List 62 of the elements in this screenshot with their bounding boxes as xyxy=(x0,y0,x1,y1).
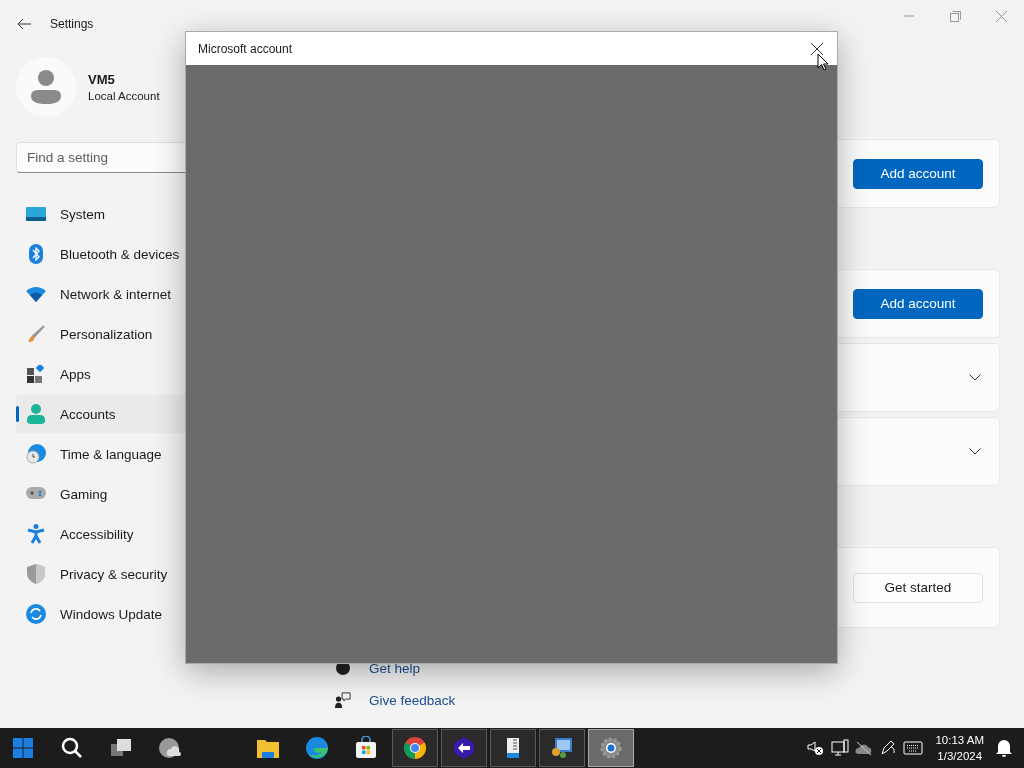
help-link[interactable]: Give feedback xyxy=(369,692,456,708)
person-icon xyxy=(26,404,46,424)
edge-icon xyxy=(306,737,328,759)
nav-item[interactable]: Network & internet xyxy=(16,275,306,313)
user-name: VM5 xyxy=(88,72,116,87)
action-button[interactable]: Add account xyxy=(853,288,983,319)
action-button[interactable]: Get started xyxy=(853,572,983,603)
arrow-app-icon xyxy=(454,737,474,759)
brush-icon xyxy=(26,325,46,343)
chevron-down-icon xyxy=(969,448,981,455)
cloud-icon[interactable] xyxy=(855,740,874,756)
pen-icon[interactable] xyxy=(879,739,898,757)
clock-date[interactable]: 1/3/2024 xyxy=(937,748,983,764)
minimize-icon xyxy=(904,15,914,17)
action-button[interactable]: Add account xyxy=(853,158,983,189)
wired-network-icon[interactable] xyxy=(831,739,850,757)
apps-icon xyxy=(26,365,46,383)
nav-item[interactable]: Bluetooth & devices xyxy=(16,235,306,273)
update-icon xyxy=(26,604,46,624)
search-icon xyxy=(61,737,82,758)
gamepad-icon xyxy=(26,487,46,501)
feedback-icon xyxy=(335,691,351,709)
nav-item[interactable]: System xyxy=(16,195,306,233)
weather-icon xyxy=(159,738,181,758)
close-icon xyxy=(995,10,1007,22)
keyboard-icon[interactable] xyxy=(903,741,924,755)
help-link[interactable]: Get help xyxy=(369,660,421,676)
globe-clock-icon xyxy=(26,444,46,464)
accessibility-icon xyxy=(26,524,46,544)
chrome-icon xyxy=(404,737,426,759)
task-view-icon xyxy=(111,739,131,756)
taskbar-button[interactable] xyxy=(392,729,438,767)
window-title: Settings xyxy=(50,17,94,31)
nav-item[interactable]: Personalization xyxy=(16,315,306,353)
nav-item[interactable]: Windows Update xyxy=(16,595,306,633)
monitor-icon xyxy=(26,206,46,222)
store-icon xyxy=(356,736,376,758)
taskbar-button[interactable] xyxy=(490,729,536,767)
nav-item[interactable]: Apps xyxy=(16,355,306,393)
speaker-muted-icon[interactable] xyxy=(807,740,826,756)
shield-icon xyxy=(26,564,46,584)
windows-logo-icon xyxy=(13,738,33,758)
gear-icon xyxy=(600,737,622,759)
computer-network-icon xyxy=(552,738,572,758)
dialog-title: Microsoft account xyxy=(198,41,294,56)
folder-icon xyxy=(257,740,279,758)
chevron-down-icon xyxy=(969,374,981,381)
taskbar-button[interactable] xyxy=(441,729,487,767)
restore-icon xyxy=(949,10,961,22)
wifi-icon xyxy=(26,286,46,302)
notification-bell-icon[interactable] xyxy=(996,739,1012,757)
close-icon xyxy=(811,42,823,55)
nav-item[interactable]: Time & language xyxy=(16,435,306,473)
archive-icon xyxy=(507,738,519,758)
nav-item[interactable]: Gaming xyxy=(16,475,306,513)
taskbar-button[interactable] xyxy=(539,729,585,767)
back-arrow-icon xyxy=(17,18,31,30)
nav-item[interactable]: Privacy & security xyxy=(16,555,306,593)
account-type: Local Account xyxy=(88,90,160,102)
clock-time[interactable]: 10:13 AM xyxy=(935,732,984,748)
nav-item[interactable]: Accessibility xyxy=(16,515,306,553)
bluetooth-icon xyxy=(26,244,46,264)
